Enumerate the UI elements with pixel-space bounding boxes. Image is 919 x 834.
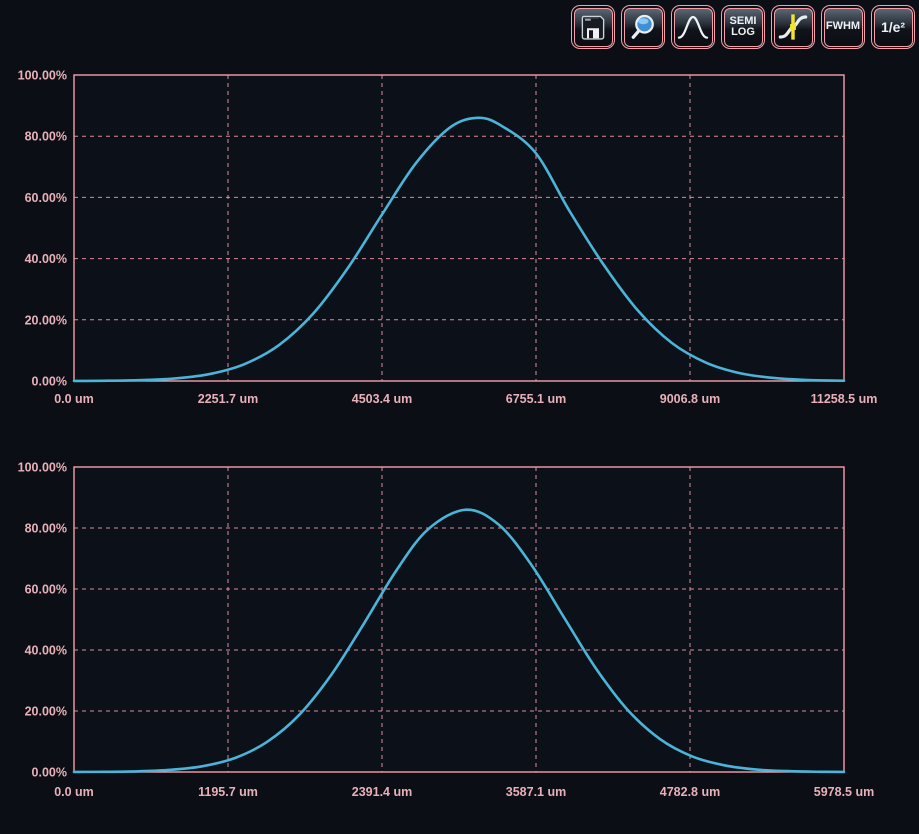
fwhm-button-face: FWHM [824,8,863,47]
x-axis-tick-label: 0.0 um [54,785,94,799]
toolbar: SEMI LOG FWHM 1/e² [571,5,915,49]
save-button-face [574,8,613,47]
y-axis-tick-label: 80.00% [25,130,67,144]
inv-e-squared-button-label: 1/e² [881,20,905,34]
magnifier-icon [628,12,658,42]
x-axis-tick-label: 6755.1 um [506,392,566,406]
y-axis-tick-label: 20.00% [25,705,67,719]
gaussian-curve-icon [677,11,709,43]
semilog-button[interactable]: SEMI LOG [721,5,765,49]
fwhm-button-label: FWHM [826,21,860,33]
x-axis-tick-label: 4503.4 um [352,392,412,406]
semilog-button-label: SEMI LOG [730,16,757,39]
y-axis-tick-label: 40.00% [25,644,67,658]
gaussian-fit-button[interactable] [671,5,715,49]
y-axis-tick-label: 80.00% [25,522,67,536]
knife-edge-curve-icon [777,11,809,43]
x-axis-tick-label: 5978.5 um [814,785,874,799]
y-axis-tick-label: 100.00% [18,461,67,475]
x-axis-tick-label: 11258.5 um [811,392,878,406]
y-axis-tick-label: 60.00% [25,583,67,597]
plot-area[interactable] [74,467,844,772]
x-axis-tick-label: 9006.8 um [660,392,720,406]
x-axis-tick-label: 1195.7 um [198,785,258,799]
y-axis-tick-label: 100.00% [18,69,67,83]
inv-e-squared-button[interactable]: 1/e² [871,5,915,49]
gaussian-fit-button-face [674,8,713,47]
y-axis-tick-label: 60.00% [25,191,67,205]
floppy-disk-icon [578,12,608,42]
y-axis-tick-label: 20.00% [25,313,67,327]
save-button[interactable] [571,5,615,49]
x-axis-tick-label: 2391.4 um [352,785,412,799]
fwhm-button[interactable]: FWHM [821,5,865,49]
x-axis-tick-label: 3587.1 um [506,785,566,799]
knife-edge-button[interactable] [771,5,815,49]
y-axis-tick-label: 0.00% [32,375,67,389]
y-axis-tick-label: 0.00% [32,766,67,780]
zoom-button-face [624,8,663,47]
inv-e-squared-button-face: 1/e² [874,8,913,47]
zoom-button[interactable] [621,5,665,49]
x-axis-tick-label: 2251.7 um [198,392,258,406]
x-axis-tick-label: 0.0 um [54,392,94,406]
y-axis-tick-label: 40.00% [25,252,67,266]
knife-edge-button-face [774,8,813,47]
bottom-profile-chart[interactable]: 100.00% 80.00% 60.00% 40.00% 20.00% 0.00% 0.0 … [0,450,919,810]
semilog-button-face: SEMI LOG [724,8,763,47]
x-axis-tick-label: 4782.8 um [660,785,720,799]
top-profile-chart[interactable]: 100.00% 80.00% 60.00% 40.00% 20.00% 0.00% 0.0 … [0,58,919,410]
